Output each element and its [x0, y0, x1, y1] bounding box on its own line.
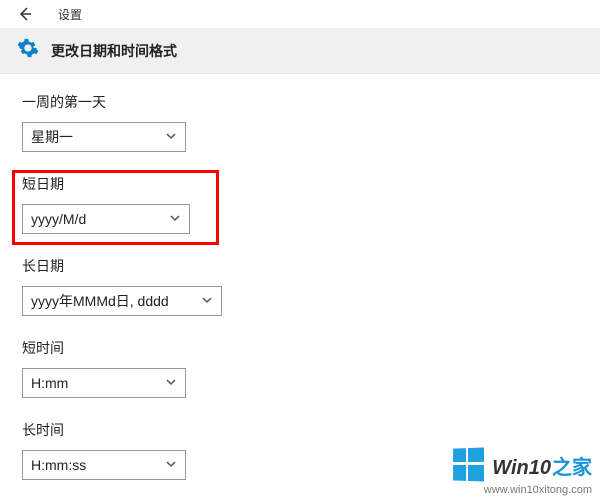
- field-short-date: 短日期 yyyy/M/d: [22, 174, 600, 234]
- chevron-down-icon: [165, 375, 177, 391]
- window-title: 设置: [58, 6, 82, 23]
- dropdown-value: H:mm:ss: [31, 457, 86, 473]
- dropdown-value: yyyy年MMMd日, dddd: [31, 291, 169, 311]
- windows-logo-icon: [453, 447, 486, 482]
- back-button[interactable]: [10, 0, 40, 28]
- titlebar: 设置: [0, 0, 600, 28]
- watermark-url: www.win10xitong.com: [452, 484, 592, 496]
- label-long-date: 长日期: [22, 256, 600, 276]
- label-long-time: 长时间: [22, 420, 600, 440]
- field-first-day: 一周的第一天 星期一: [22, 92, 600, 152]
- chevron-down-icon: [165, 129, 177, 145]
- page-header: 更改日期和时间格式: [0, 28, 600, 74]
- content: 一周的第一天 星期一 短日期 yyyy/M/d 长日期 yyyy年MMMd日, …: [0, 74, 600, 480]
- label-short-date: 短日期: [22, 174, 600, 194]
- watermark-brand-prefix: Win10: [492, 457, 551, 479]
- arrow-left-icon: [17, 6, 33, 22]
- chevron-down-icon: [165, 457, 177, 473]
- watermark: Win10之家 www.win10xitong.com: [452, 448, 592, 496]
- gear-icon: [17, 37, 39, 64]
- dropdown-long-date[interactable]: yyyy年MMMd日, dddd: [22, 286, 222, 316]
- label-first-day: 一周的第一天: [22, 92, 600, 112]
- chevron-down-icon: [169, 211, 181, 227]
- dropdown-short-date[interactable]: yyyy/M/d: [22, 204, 190, 234]
- dropdown-value: H:mm: [31, 375, 68, 391]
- watermark-brand-suffix: 之家: [552, 457, 592, 479]
- dropdown-value: 星期一: [31, 127, 73, 147]
- chevron-down-icon: [201, 293, 213, 309]
- dropdown-long-time[interactable]: H:mm:ss: [22, 450, 186, 480]
- dropdown-first-day[interactable]: 星期一: [22, 122, 186, 152]
- label-short-time: 短时间: [22, 338, 600, 358]
- page-title: 更改日期和时间格式: [51, 41, 177, 61]
- field-short-time: 短时间 H:mm: [22, 338, 600, 398]
- dropdown-short-time[interactable]: H:mm: [22, 368, 186, 398]
- dropdown-value: yyyy/M/d: [31, 211, 86, 227]
- field-long-date: 长日期 yyyy年MMMd日, dddd: [22, 256, 600, 316]
